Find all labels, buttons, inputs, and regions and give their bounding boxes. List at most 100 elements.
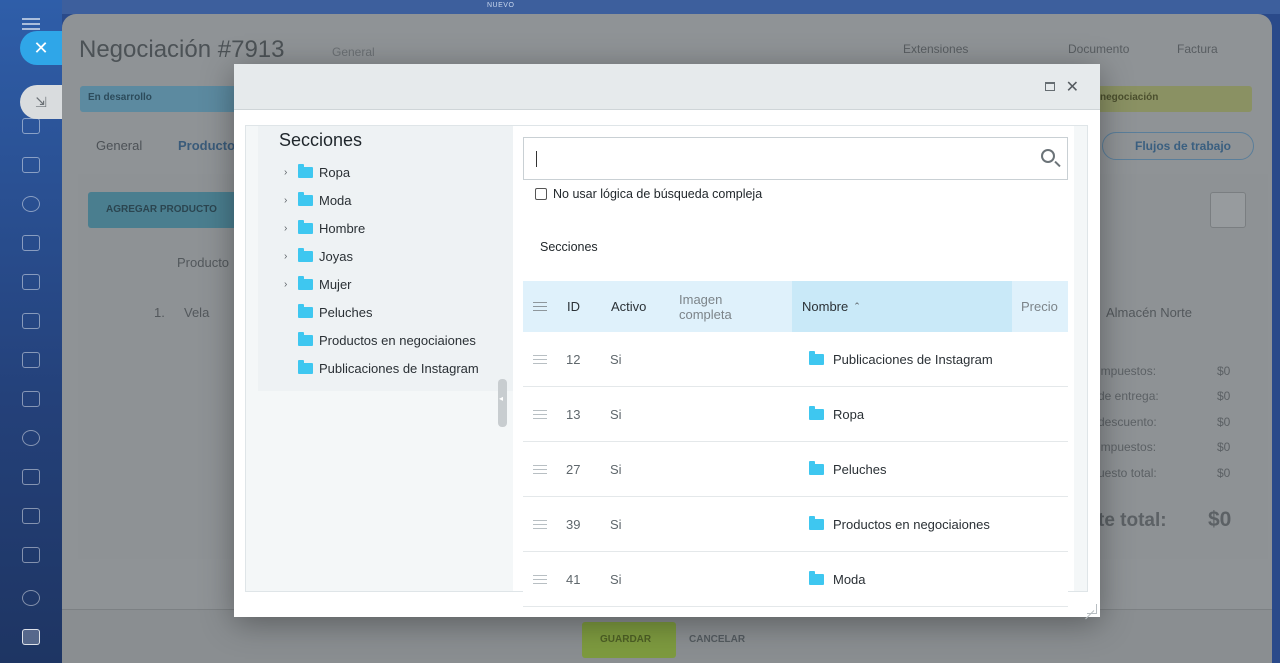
resize-handle[interactable] xyxy=(1087,604,1097,614)
tasks-icon[interactable] xyxy=(22,157,40,173)
tree-item[interactable]: › Mujer xyxy=(284,274,352,294)
table-row[interactable]: 41 Si Moda xyxy=(523,552,1068,607)
tree-item[interactable]: › Moda xyxy=(284,190,352,210)
totals-label: impuestos: xyxy=(1098,364,1157,378)
tree-item[interactable]: Productos en negociaiones xyxy=(284,330,476,350)
sections-breadcrumb[interactable]: Secciones xyxy=(540,240,598,254)
sections-tree: Secciones › Ropa › Moda › Hombre › Joyas › Mujer P… xyxy=(258,126,513,391)
folder-icon xyxy=(298,247,313,262)
extensions-button[interactable]: Extensiones xyxy=(903,42,968,56)
cell-id: 12 xyxy=(566,352,581,367)
dialog-body: Secciones › Ropa › Moda › Hombre › Joyas › Mujer P… xyxy=(245,125,1088,607)
tree-item[interactable]: Peluches xyxy=(284,302,372,322)
row-product-name: Vela xyxy=(184,305,210,320)
expand-arrow-icon[interactable]: › xyxy=(284,167,298,178)
stage-badge-right[interactable]: negociación xyxy=(1092,86,1252,112)
totals-value: $0 xyxy=(1217,466,1231,480)
complex-search-checkbox[interactable] xyxy=(535,188,547,200)
store-icon[interactable] xyxy=(22,547,40,563)
contacts-icon[interactable] xyxy=(22,430,40,446)
totals-value: $0 xyxy=(1217,389,1231,403)
tree-collapse-handle[interactable] xyxy=(498,379,507,427)
board-icon[interactable] xyxy=(22,313,40,329)
expand-arrow-icon[interactable]: › xyxy=(284,279,298,290)
column-image[interactable]: Imagen completa xyxy=(679,281,759,332)
row-drag-handle[interactable] xyxy=(533,442,547,497)
cell-active: Si xyxy=(610,462,622,477)
close-slider-button[interactable]: ✕ xyxy=(20,31,62,65)
tree-item[interactable]: › Hombre xyxy=(284,218,365,238)
tree-item[interactable]: › Ropa xyxy=(284,162,350,182)
folder-icon xyxy=(298,331,313,346)
table-row[interactable]: 13 Si Ropa xyxy=(523,387,1068,442)
search-input[interactable] xyxy=(523,137,1068,180)
tree-item[interactable]: Publicaciones de Instagram xyxy=(284,358,479,378)
minimize-slider-button[interactable]: ⇲ xyxy=(20,85,62,119)
text-cursor xyxy=(536,151,537,167)
close-icon: ✕ xyxy=(33,38,49,58)
tree-item-label: Hombre xyxy=(319,220,366,236)
table-row[interactable]: 39 Si Productos en negociaiones xyxy=(523,497,1068,552)
document-icon[interactable] xyxy=(22,274,40,290)
cell-name[interactable]: Ropa xyxy=(809,387,864,442)
folder-icon xyxy=(298,219,313,234)
cell-name-label: Moda xyxy=(833,572,866,587)
row-drag-handle[interactable] xyxy=(533,552,547,607)
cell-name[interactable]: Peluches xyxy=(809,442,886,497)
workflows-button[interactable]: Flujos de trabajo xyxy=(1102,132,1254,160)
close-icon[interactable]: ✕ xyxy=(1066,77,1079,97)
save-button[interactable]: GUARDAR xyxy=(582,622,676,658)
column-active[interactable]: Activo xyxy=(611,281,646,332)
calendar-icon[interactable] xyxy=(22,235,40,251)
cell-name[interactable]: Productos en negociaiones xyxy=(809,497,990,552)
column-price[interactable]: Precio xyxy=(1021,281,1058,332)
invoice-button[interactable]: Factura xyxy=(1177,42,1218,56)
folder-icon xyxy=(809,351,824,365)
cell-id: 39 xyxy=(566,517,581,532)
column-drag-handle[interactable] xyxy=(533,281,547,332)
top-strip: NUEVO xyxy=(62,0,1280,14)
search-icon[interactable] xyxy=(1041,149,1055,163)
row-drag-handle[interactable] xyxy=(533,387,547,442)
tree-title: Secciones xyxy=(279,130,363,150)
row-drag-handle[interactable] xyxy=(533,497,547,552)
cell-name[interactable]: Moda xyxy=(809,552,866,607)
gear-icon[interactable] xyxy=(1210,192,1246,228)
cell-id: 13 xyxy=(566,407,581,422)
tab-general[interactable]: General xyxy=(96,138,142,153)
cancel-button[interactable]: CANCELAR xyxy=(689,634,745,645)
checklist-icon[interactable] xyxy=(22,469,40,485)
tree-item-label: Productos en negociaiones xyxy=(319,332,476,348)
tree-item[interactable]: › Joyas xyxy=(284,246,353,266)
mail-icon[interactable] xyxy=(22,391,40,407)
printer-icon[interactable] xyxy=(22,629,40,645)
row-drag-handle[interactable] xyxy=(533,332,547,387)
column-id[interactable]: ID xyxy=(567,281,580,332)
expand-arrow-icon[interactable]: › xyxy=(284,195,298,206)
add-product-button[interactable]: AGREGAR PRODUCTO xyxy=(88,192,238,228)
chat-icon[interactable] xyxy=(22,118,40,134)
stage-badge[interactable]: En desarrollo xyxy=(80,86,240,112)
target-icon[interactable] xyxy=(22,196,40,212)
drag-icon xyxy=(533,302,547,311)
filter-icon[interactable] xyxy=(22,508,40,524)
cell-name[interactable]: Publicaciones de Instagram xyxy=(809,332,993,387)
table-row[interactable]: 12 Si Publicaciones de Instagram xyxy=(523,332,1068,387)
grand-total-label: te total: xyxy=(1098,510,1167,531)
settings-icon[interactable] xyxy=(22,590,40,606)
new-label: NUEVO xyxy=(487,2,515,9)
card-icon[interactable] xyxy=(22,352,40,368)
document-button[interactable]: Documento xyxy=(1068,42,1129,56)
column-name[interactable]: Nombre ⌃ xyxy=(802,281,861,332)
table-row[interactable]: 27 Si Peluches xyxy=(523,442,1068,497)
expand-arrow-icon[interactable]: › xyxy=(284,251,298,262)
warehouse-value: Almacén Norte xyxy=(1106,305,1192,320)
maximize-icon[interactable] xyxy=(1045,82,1055,91)
tab-products[interactable]: Producto xyxy=(178,138,235,153)
expand-arrow-icon[interactable]: › xyxy=(284,223,298,234)
cell-name-label: Productos en negociaiones xyxy=(833,517,990,532)
totals-value: $0 xyxy=(1217,440,1231,454)
menu-icon[interactable] xyxy=(22,18,40,30)
complex-search-option[interactable]: No usar lógica de búsqueda compleja xyxy=(535,187,762,201)
column-product: Producto xyxy=(177,255,230,270)
